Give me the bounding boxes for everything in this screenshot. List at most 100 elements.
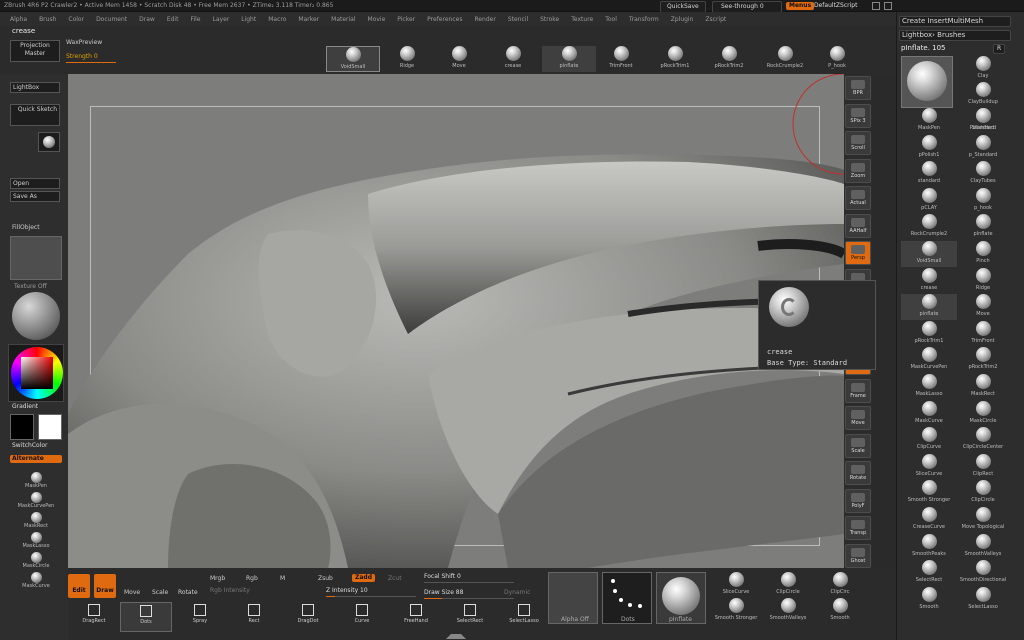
panel-brush-clay[interactable]: Clay [955, 56, 1011, 82]
panel-brush-move-topological[interactable]: Move Topological [955, 507, 1011, 533]
panel-brush-cliprect[interactable]: ClipRect [955, 453, 1011, 480]
rgb-intensity-slider[interactable]: Rgb Intensity [210, 588, 250, 594]
panel-brush-claybuildup[interactable]: ClayBuildup [955, 82, 1011, 108]
mask-tool-masklasso[interactable]: MaskLasso [8, 532, 64, 552]
panel-brush-maskcircle[interactable]: MaskCircle [955, 400, 1011, 427]
shelf-scale[interactable]: Scale [845, 433, 871, 458]
window-maximize-icon[interactable] [884, 2, 892, 10]
quick-brush-smooth-stronger[interactable]: Smooth Stronger [710, 598, 762, 624]
shelf-frame[interactable]: Frame [845, 378, 871, 403]
panel-brush-crease[interactable]: crease [901, 267, 957, 294]
panel-brush-trimfront[interactable]: TrimFront [955, 320, 1011, 347]
stroke-rect[interactable]: Rect [228, 602, 280, 632]
main-color-swatch[interactable] [10, 414, 34, 440]
panel-brush-procktrim2[interactable]: pRockTrim2 [955, 347, 1011, 373]
panel-brush-smoothpeaks[interactable]: SmoothPeaks [901, 533, 957, 560]
r-button[interactable]: R [993, 44, 1006, 54]
toolbar-brush-pinflate[interactable]: pinflate [542, 46, 596, 72]
stroke-selectlasso[interactable]: SelectLasso [498, 602, 550, 632]
toolbar-brush-move[interactable]: Move [432, 46, 486, 72]
panel-brush-selectlasso[interactable]: SelectLasso [955, 586, 1011, 613]
panel-brush-maskpen[interactable]: MaskPen [901, 108, 957, 134]
toolbar-brush-trimfront[interactable]: TrimFront [594, 46, 648, 72]
shelf-move[interactable]: Move [845, 406, 871, 430]
panel-brush-ridge[interactable]: Ridge [955, 267, 1011, 294]
panel-brush-pinch[interactable]: Pinch [955, 241, 1011, 267]
menu-document[interactable]: Document [96, 16, 127, 23]
panel-brush-maskcurve[interactable]: MaskCurve [901, 400, 957, 427]
menu-transform[interactable]: Transform [629, 16, 659, 23]
panel-brush-ppolish1[interactable]: pPolish1 [901, 134, 957, 161]
mask-tool-maskcircle[interactable]: MaskCircle [8, 552, 64, 572]
color-picker[interactable] [8, 344, 64, 402]
m-button[interactable]: M [280, 576, 285, 582]
quick-brush-clipcirc[interactable]: ClipCirc [814, 572, 866, 598]
panel-brush-selectrect[interactable]: SelectRect [901, 560, 957, 586]
toolbar-brush-voidsmall[interactable]: VoidSmall [326, 46, 380, 72]
lightbox-brushes-button[interactable]: Lightbox› Brushes [899, 30, 1011, 41]
menu-picker[interactable]: Picker [397, 16, 415, 23]
projection-master-button[interactable]: Projection Master [10, 40, 60, 62]
shelf-aahalf[interactable]: AAHalf [845, 213, 871, 238]
panel-brush-masklasso[interactable]: MaskLasso [901, 374, 957, 400]
panel-brush-smooth[interactable]: Smooth [901, 586, 957, 613]
menus-button[interactable]: Menus [786, 2, 815, 10]
mask-tool-maskcurve[interactable]: MaskCurve [8, 572, 64, 592]
panel-brush-rockcrumple2[interactable]: RockCrumple2 [901, 214, 957, 240]
menu-brush[interactable]: Brush [39, 16, 56, 23]
toolbar-brush-procktrim1[interactable]: pRockTrim1 [648, 46, 702, 72]
focal-shift-slider[interactable]: Focal Shift 0 [424, 574, 461, 580]
panel-brush-maskrect[interactable]: MaskRect [955, 374, 1011, 400]
shelf-persp[interactable]: Persp [845, 241, 871, 265]
quick-brush-smoothvalleys[interactable]: SmoothValleys [762, 598, 814, 624]
menu-material[interactable]: Material [331, 16, 355, 23]
menu-texture[interactable]: Texture [571, 16, 593, 23]
panel-brush-clipcircle[interactable]: ClipCircle [955, 480, 1011, 506]
stroke-selectrect[interactable]: SelectRect [444, 602, 496, 632]
draw-size-slider[interactable]: Draw Size 88 [424, 590, 463, 596]
menu-tool[interactable]: Tool [605, 16, 617, 23]
open-button[interactable]: Open [10, 178, 60, 189]
shelf-polyf[interactable]: PolyF [845, 488, 871, 513]
stroke-freehand[interactable]: FreeHand [390, 602, 442, 632]
mask-tool-maskrect[interactable]: MaskRect [8, 512, 64, 532]
texture-slot[interactable] [10, 236, 62, 280]
panel-brush-smoothvalleys[interactable]: SmoothValleys [955, 533, 1011, 560]
menu-color[interactable]: Color [68, 16, 84, 23]
menu-movie[interactable]: Movie [368, 16, 386, 23]
menu-render[interactable]: Render [474, 16, 495, 23]
menu-macro[interactable]: Macro [268, 16, 286, 23]
bpr-thumb-icon[interactable] [38, 132, 60, 152]
menu-file[interactable]: File [190, 16, 200, 23]
panel-brush-procktrim1[interactable]: pRockTrim1 [901, 320, 957, 347]
toolbar-brush-rockcrumple2[interactable]: RockCrumple2 [758, 46, 812, 72]
zadd-button[interactable]: Zadd [352, 574, 375, 582]
menu-layer[interactable]: Layer [213, 16, 230, 23]
default-script-button[interactable]: DefaultZScript [814, 3, 857, 9]
quick-brush-smooth[interactable]: Smooth [814, 598, 866, 624]
menu-zscript[interactable]: Zscript [705, 16, 726, 23]
menu-zplugin[interactable]: Zplugin [671, 16, 694, 23]
quick-brush-slicecurve[interactable]: SliceCurve [710, 572, 762, 598]
current-brush-thumb[interactable] [901, 56, 953, 108]
menu-stroke[interactable]: Stroke [540, 16, 559, 23]
quick-sketch-button[interactable]: Quick Sketch [10, 104, 60, 126]
fill-object-button[interactable]: FillObject [12, 225, 40, 231]
strength-slider[interactable]: Strength 0 [66, 54, 98, 60]
zcut-button[interactable]: Zcut [388, 576, 402, 582]
panel-brush-smoothdirectional[interactable]: SmoothDirectional [955, 560, 1011, 586]
panel-brush-p-standard[interactable]: p_Standard [955, 134, 1011, 161]
panel-brush-standard[interactable]: standard [901, 161, 957, 187]
alpha-slot[interactable]: Alpha Off [548, 572, 598, 624]
panel-brush-smooth-stronger[interactable]: Smooth Stronger [901, 480, 957, 506]
mask-tool-maskcurvepen[interactable]: MaskCurvePen [8, 492, 64, 512]
dynamic-button[interactable]: Dynamic [504, 590, 530, 596]
toolbar-brush-procktrim2[interactable]: pRockTrim2 [702, 46, 756, 72]
secondary-color-swatch[interactable] [38, 414, 62, 440]
toolbar-brush-p_hook[interactable]: P_hook [810, 46, 864, 72]
panel-brush-slicecurve[interactable]: SliceCurve [901, 453, 957, 480]
shelf-spix-3[interactable]: SPix 3 [845, 103, 871, 128]
shelf-zoom[interactable]: Zoom [845, 158, 871, 183]
panel-brush-maskcurvepen[interactable]: MaskCurvePen [901, 347, 957, 373]
panel-brush-p-hook[interactable]: p_hook [955, 187, 1011, 214]
